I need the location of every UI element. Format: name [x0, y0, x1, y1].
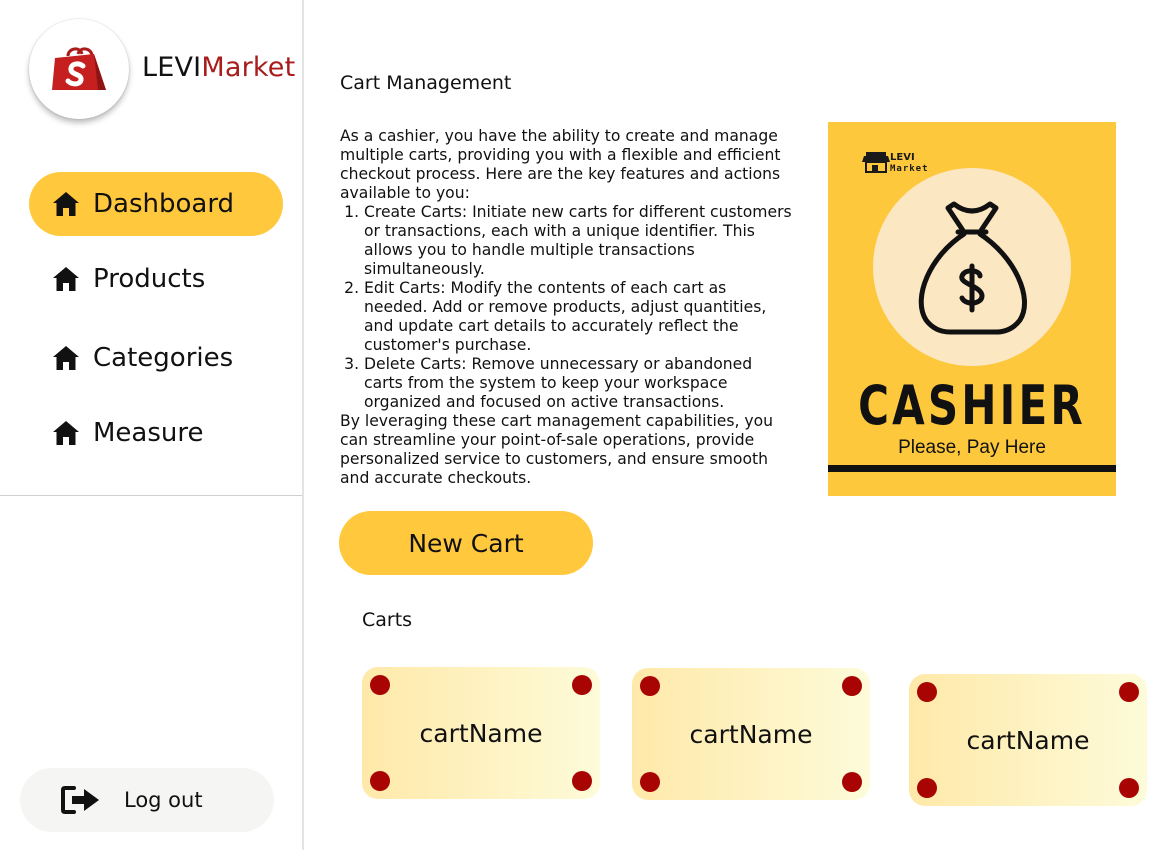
sidebar-item-categories[interactable]: Categories — [29, 326, 283, 390]
cart-corner-dot — [370, 771, 390, 791]
list-item: Edit Carts: Modify the contents of each … — [364, 279, 792, 355]
poster-heading: CASHIER — [858, 375, 1086, 437]
feature-list: Create Carts: Initiate new carts for dif… — [340, 203, 792, 412]
sidebar-item-dashboard[interactable]: Dashboard — [29, 172, 283, 236]
cart-corner-dot — [842, 772, 862, 792]
cart-name: cartName — [966, 725, 1090, 755]
sidebar-item-label: Dashboard — [93, 189, 235, 219]
sidebar-item-measure[interactable]: Measure — [29, 401, 283, 465]
logout-label: Log out — [124, 788, 203, 812]
poster-logo-line2: Market — [890, 164, 929, 174]
brand-name-part2: Market — [201, 52, 296, 83]
cart-corner-dot — [917, 682, 937, 702]
sidebar-item-label: Categories — [93, 343, 234, 373]
poster-logo-line1: LEVI — [890, 152, 915, 163]
sidebar: LEVIMarket Dashboard Products Categories… — [0, 0, 304, 850]
store-icon — [862, 152, 890, 173]
description-outro: By leveraging these cart management capa… — [340, 412, 774, 487]
home-icon — [51, 418, 81, 448]
cart-corner-dot — [640, 772, 660, 792]
home-icon — [51, 264, 81, 294]
home-icon — [51, 189, 81, 219]
logout-icon — [60, 785, 102, 815]
logo-badge[interactable] — [29, 19, 129, 119]
cashier-poster-image: LEVI Market CASHIER Please, Pay Here — [828, 122, 1116, 496]
sidebar-item-label: Measure — [93, 418, 204, 448]
cashier-poster: LEVI Market CASHIER Please, Pay Here — [828, 122, 1116, 496]
cart-corner-dot — [370, 675, 390, 695]
new-cart-button[interactable]: New Cart — [339, 511, 593, 575]
cart-corner-dot — [842, 676, 862, 696]
cart-corner-dot — [572, 675, 592, 695]
cart-corner-dot — [917, 778, 937, 798]
sidebar-item-products[interactable]: Products — [29, 247, 283, 311]
shopping-bag-logo-icon — [52, 47, 106, 90]
cart-card[interactable]: cartName — [362, 667, 600, 799]
sidebar-item-label: Products — [93, 264, 206, 294]
cart-name: cartName — [689, 719, 813, 749]
cart-card[interactable]: cartName — [909, 674, 1147, 806]
cart-corner-dot — [572, 771, 592, 791]
home-icon — [51, 343, 81, 373]
page-title: Cart Management — [340, 72, 512, 94]
cart-corner-dot — [1119, 682, 1139, 702]
list-item: Delete Carts: Remove unnecessary or aban… — [364, 355, 792, 412]
list-item: Create Carts: Initiate new carts for dif… — [364, 203, 792, 279]
carts-heading: Carts — [362, 609, 413, 631]
cart-corner-dot — [1119, 778, 1139, 798]
cart-name: cartName — [419, 718, 543, 748]
cart-management-description: As a cashier, you have the ability to cr… — [340, 127, 792, 488]
logout-button[interactable]: Log out — [20, 768, 274, 832]
cart-corner-dot — [640, 676, 660, 696]
poster-subheading: Please, Pay Here — [898, 437, 1046, 458]
brand-name: LEVIMarket — [142, 52, 295, 83]
cart-card[interactable]: cartName — [632, 668, 870, 800]
sidebar-divider — [0, 495, 302, 496]
brand-name-part1: LEVI — [142, 52, 202, 83]
description-intro: As a cashier, you have the ability to cr… — [340, 127, 781, 202]
